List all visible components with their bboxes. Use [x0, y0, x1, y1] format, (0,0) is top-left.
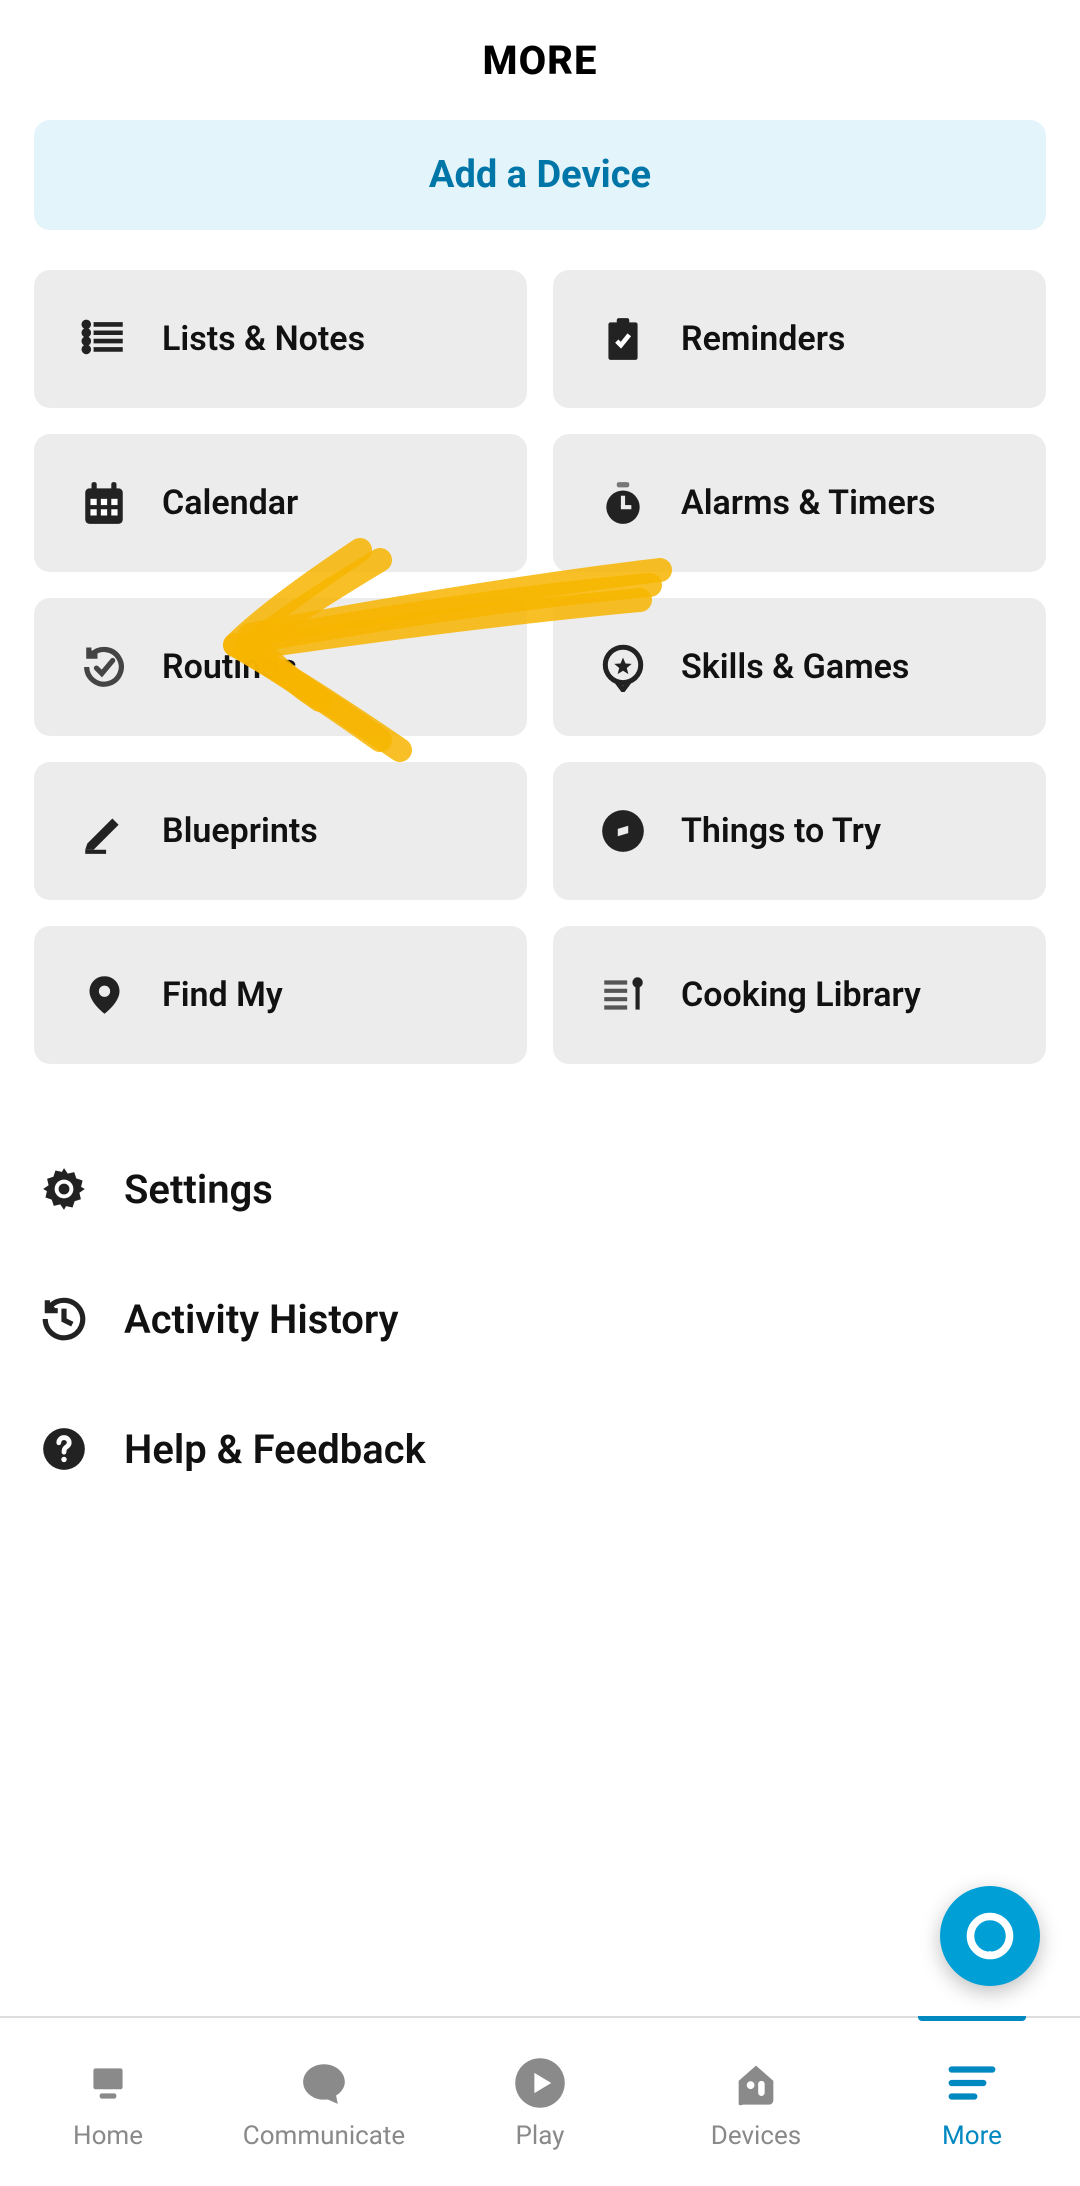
nav-play[interactable]: Play — [432, 2053, 648, 2151]
row-settings[interactable]: Settings — [34, 1124, 1046, 1254]
page-title: MORE — [483, 37, 598, 84]
card-skills-games[interactable]: Skills & Games — [553, 598, 1046, 736]
gear-icon — [34, 1164, 94, 1214]
nav-communicate[interactable]: Communicate — [216, 2053, 432, 2151]
alexa-ring-icon — [964, 1910, 1016, 1962]
card-find-my[interactable]: Find My — [34, 926, 527, 1064]
add-device-button[interactable]: Add a Device — [34, 120, 1046, 230]
add-device-label: Add a Device — [429, 153, 651, 197]
header: MORE — [0, 0, 1080, 120]
home-icon — [78, 2053, 138, 2113]
location-pin-icon — [64, 969, 144, 1021]
routines-icon — [64, 641, 144, 693]
card-calendar[interactable]: Calendar — [34, 434, 527, 572]
nav-label: Communicate — [243, 2121, 405, 2151]
more-icon — [942, 2053, 1002, 2113]
nav-devices[interactable]: Devices — [648, 2053, 864, 2151]
help-icon — [34, 1424, 94, 1474]
devices-icon — [726, 2053, 786, 2113]
card-cooking-library[interactable]: Cooking Library — [553, 926, 1046, 1064]
nav-label: More — [942, 2121, 1002, 2151]
features-grid: Lists & Notes Reminders — [34, 270, 1046, 1064]
card-things-to-try[interactable]: Things to Try — [553, 762, 1046, 900]
card-label: Lists & Notes — [162, 319, 365, 360]
card-reminders[interactable]: Reminders — [553, 270, 1046, 408]
card-label: Routines — [162, 647, 297, 688]
card-label: Blueprints — [162, 811, 318, 852]
card-label: Cooking Library — [681, 975, 921, 1016]
more-screen: MORE Add a Device Lists & Notes — [0, 0, 1080, 2186]
clipboard-check-icon — [583, 314, 663, 364]
alarm-icon — [583, 478, 663, 528]
row-label: Activity History — [124, 1296, 399, 1343]
bottom-nav: Home Communicate Play — [0, 2016, 1080, 2186]
row-activity-history[interactable]: Activity History — [34, 1254, 1046, 1384]
card-label: Calendar — [162, 483, 298, 524]
card-label: Find My — [162, 975, 283, 1016]
list-icon — [64, 314, 144, 364]
secondary-list: Settings Activity History Help & Feedb — [34, 1124, 1046, 1514]
chat-star-icon — [583, 642, 663, 692]
card-label: Alarms & Timers — [681, 483, 935, 524]
row-label: Settings — [124, 1166, 273, 1213]
compass-icon — [583, 806, 663, 856]
row-help-feedback[interactable]: Help & Feedback — [34, 1384, 1046, 1514]
play-icon — [510, 2053, 570, 2113]
nav-label: Home — [73, 2121, 143, 2151]
card-label: Things to Try — [681, 811, 881, 852]
nav-active-indicator — [918, 2016, 1026, 2021]
card-routines[interactable]: Routines — [34, 598, 527, 736]
row-label: Help & Feedback — [124, 1426, 426, 1473]
recipe-icon — [583, 970, 663, 1020]
card-blueprints[interactable]: Blueprints — [34, 762, 527, 900]
card-label: Reminders — [681, 319, 845, 360]
pencil-icon — [64, 806, 144, 856]
nav-label: Play — [516, 2121, 565, 2151]
nav-more[interactable]: More — [864, 2053, 1080, 2151]
chat-bubble-icon — [294, 2053, 354, 2113]
nav-label: Devices — [711, 2121, 801, 2151]
card-lists-notes[interactable]: Lists & Notes — [34, 270, 527, 408]
card-alarms-timers[interactable]: Alarms & Timers — [553, 434, 1046, 572]
history-icon — [34, 1294, 94, 1344]
alexa-fab[interactable] — [940, 1886, 1040, 1986]
card-label: Skills & Games — [681, 647, 909, 688]
calendar-icon — [64, 478, 144, 528]
nav-home[interactable]: Home — [0, 2053, 216, 2151]
